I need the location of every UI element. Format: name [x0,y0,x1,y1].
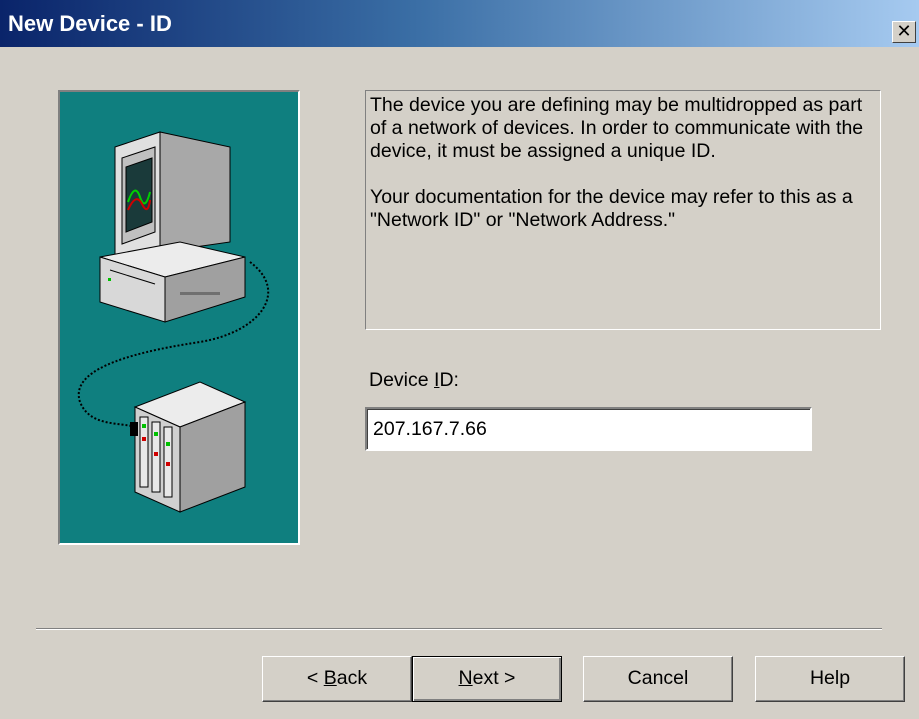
close-button[interactable]: ✕ [892,21,916,43]
device-id-input[interactable] [365,407,812,451]
computer-and-device-icon [77,131,270,513]
cancel-button-label: Cancel [627,667,689,689]
back-button-prefix: < [306,667,324,689]
info-paragraph-1: The device you are defining may be multi… [370,94,864,162]
cancel-button[interactable]: Cancel [583,656,733,702]
wizard-illustration [58,90,300,545]
device-id-label-text-end: D: [439,369,459,391]
close-icon: ✕ [896,21,912,41]
back-button-label: ack [336,667,368,689]
info-paragraph-2: Your documentation for the device may re… [370,186,853,231]
separator-line [36,628,882,630]
back-button[interactable]: < Back [262,656,412,702]
help-button[interactable]: Help [755,656,905,702]
next-button-mnemonic: N [458,667,473,689]
back-button-mnemonic: B [323,667,337,689]
help-button-label: Help [809,667,851,689]
window-title: New Device - ID [8,11,172,36]
next-button[interactable]: Next > [412,656,562,702]
device-id-label: Device ID: [369,369,459,392]
title-bar: New Device - ID ✕ [0,0,919,47]
device-id-label-text: Device [369,369,435,391]
info-text-box: The device you are defining may be multi… [365,90,881,330]
next-button-label: ext > [472,667,516,689]
